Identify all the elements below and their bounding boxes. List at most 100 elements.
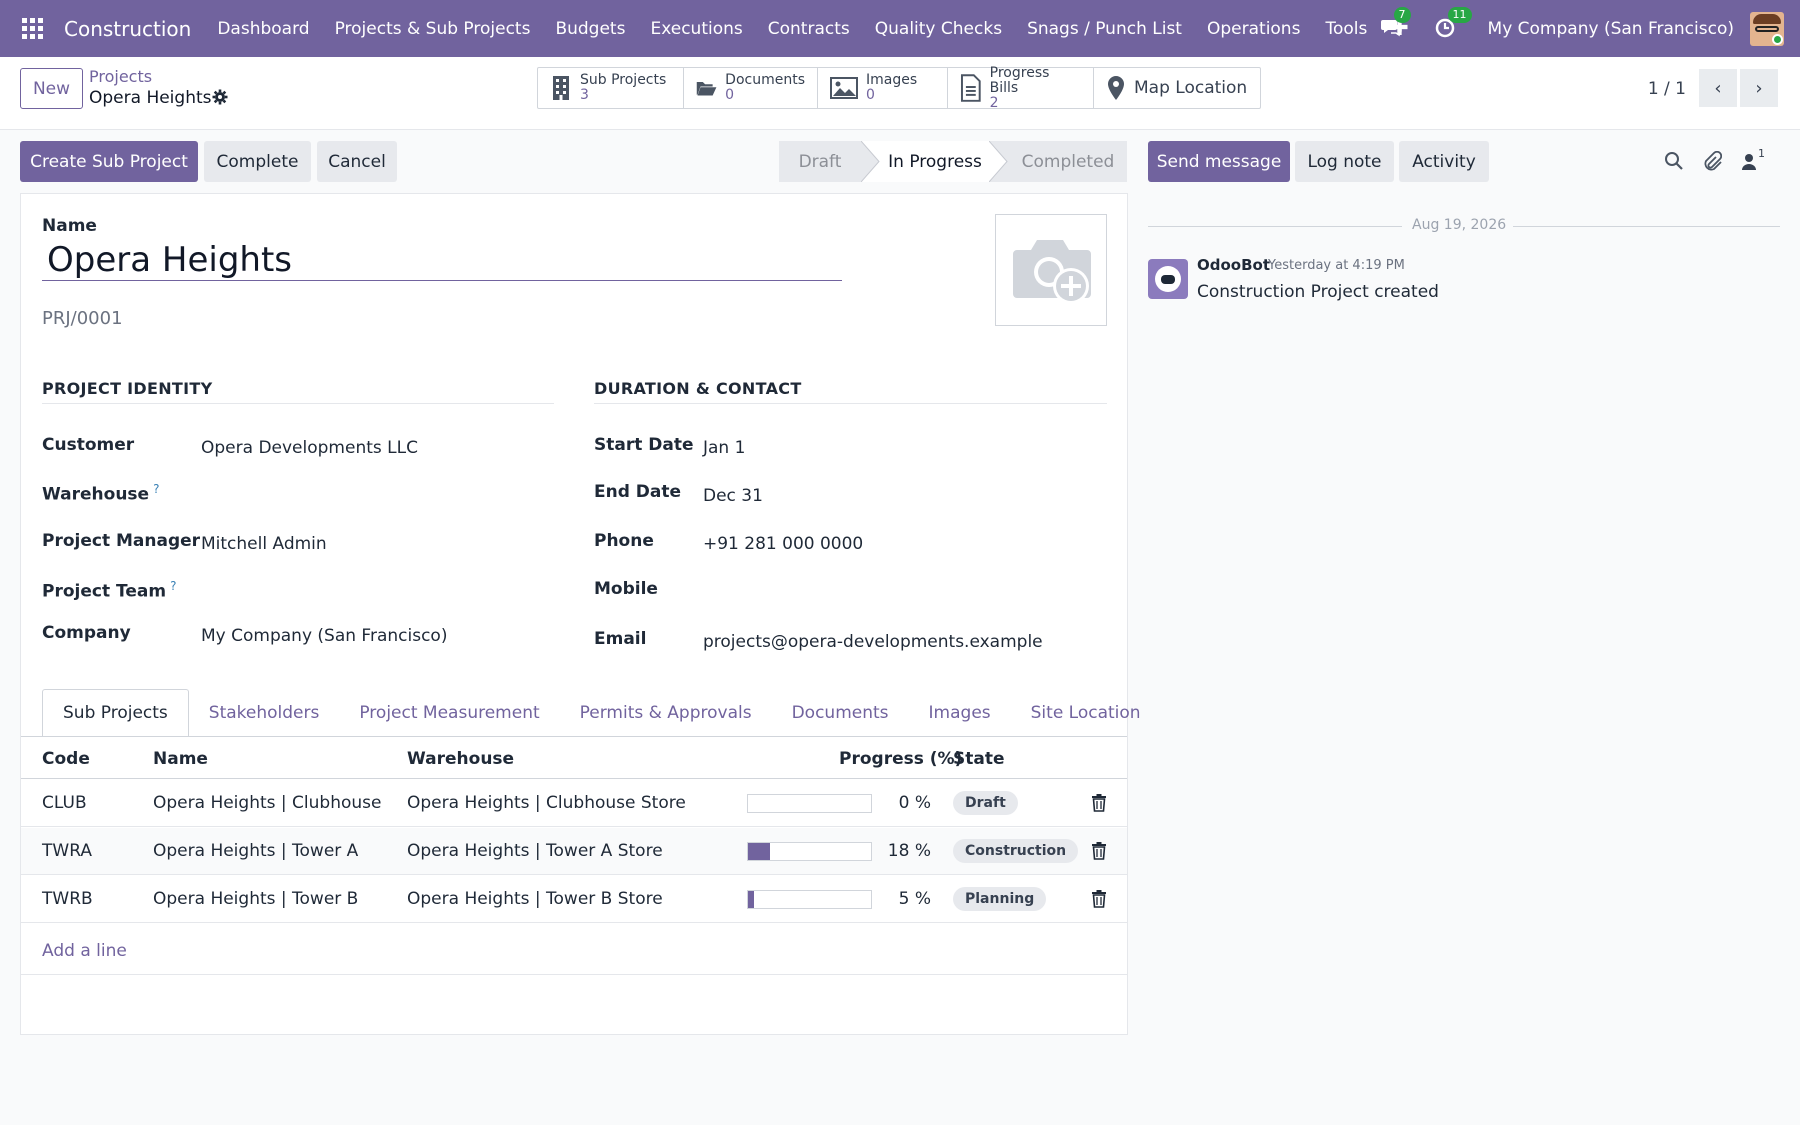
tab-permits-approvals[interactable]: Permits & Approvals (560, 689, 772, 737)
mobile-label: Mobile (594, 579, 658, 599)
row-warehouse: Opera Heights | Tower A Store (407, 841, 663, 861)
search-icon[interactable] (1664, 151, 1684, 171)
gear-icon[interactable] (212, 89, 228, 105)
new-button[interactable]: New (20, 68, 83, 109)
col-progress[interactable]: Progress (%) (839, 749, 962, 769)
progress-fill (748, 843, 771, 860)
stage-label: Draft (798, 151, 842, 172)
tab-project-measurement[interactable]: Project Measurement (339, 689, 559, 737)
pager-previous-button[interactable]: ‹ (1699, 69, 1737, 107)
pager-value[interactable]: 1 / 1 (1648, 79, 1686, 99)
grid-icon (21, 18, 43, 39)
notebook-tabs: Sub Projects Stakeholders Project Measur… (42, 689, 1161, 737)
project-manager-field[interactable]: Mitchell Admin (201, 534, 327, 554)
activities-badge: 11 (1447, 6, 1472, 23)
mobile-field[interactable] (703, 579, 1083, 603)
messages-button[interactable]: 7 (1380, 6, 1411, 41)
table-row[interactable]: CLUB Opera Heights | Clubhouse Opera Hei… (21, 780, 1127, 827)
stage-separator-icon (861, 141, 881, 182)
warehouse-label-text: Warehouse (42, 484, 150, 505)
menu-tools[interactable]: Tools (1325, 19, 1367, 39)
start-date-field[interactable]: Jan 1 (703, 438, 745, 458)
help-icon[interactable]: ? (170, 579, 176, 593)
smart-sub-projects[interactable]: Sub Projects 3 (538, 68, 684, 108)
table-row[interactable]: TWRA Opera Heights | Tower A Opera Heigh… (21, 828, 1127, 875)
project-team-label: Project Team? (42, 579, 176, 602)
smart-map-location[interactable]: Map Location (1094, 68, 1260, 108)
stage-draft[interactable]: Draft (779, 141, 861, 182)
message-author[interactable]: OdooBot (1197, 256, 1270, 274)
smart-progress-bills[interactable]: Progress Bills 2 (948, 65, 1094, 111)
end-date-field[interactable]: Dec 31 (703, 486, 763, 506)
activity-button[interactable]: Activity (1399, 141, 1489, 182)
map-pin-icon (1108, 76, 1124, 100)
table-row[interactable]: TWRB Opera Heights | Tower B Opera Heigh… (21, 876, 1127, 923)
odoobot-avatar[interactable] (1148, 259, 1188, 299)
tab-images[interactable]: Images (909, 689, 1011, 737)
smart-images[interactable]: Images 0 (818, 68, 948, 108)
create-sub-project-button[interactable]: Create Sub Project (20, 141, 198, 182)
image-icon (830, 77, 858, 99)
complete-button[interactable]: Complete (204, 141, 311, 182)
cancel-button[interactable]: Cancel (317, 141, 397, 182)
stage-label: In Progress (888, 151, 982, 172)
menu-operations[interactable]: Operations (1207, 19, 1300, 39)
row-name: Opera Heights | Tower A (153, 841, 359, 861)
company-switcher[interactable]: My Company (San Francisco) (1488, 19, 1734, 39)
project-name-field[interactable]: Opera Heights (42, 239, 842, 281)
add-line-link[interactable]: Add a line (42, 941, 127, 961)
stage-completed[interactable]: Completed (1009, 141, 1127, 182)
menu-contracts[interactable]: Contracts (768, 19, 850, 39)
customer-field[interactable]: Opera Developments LLC (201, 438, 418, 458)
stage-separator-icon (989, 141, 1009, 182)
menu-snags[interactable]: Snags / Punch List (1027, 19, 1182, 39)
tab-site-location[interactable]: Site Location (1011, 689, 1161, 737)
tab-documents[interactable]: Documents (772, 689, 909, 737)
folder-open-icon (696, 81, 717, 96)
menu-budgets[interactable]: Budgets (555, 19, 625, 39)
warehouse-field[interactable] (201, 482, 541, 506)
col-state[interactable]: State (953, 749, 1005, 769)
row-progress: 18 % (887, 841, 931, 861)
pager-next-button[interactable]: › (1740, 69, 1778, 107)
col-name[interactable]: Name (153, 749, 208, 769)
row-warehouse: Opera Heights | Clubhouse Store (407, 793, 686, 813)
section-divider (42, 403, 554, 404)
smart-label: Images (866, 72, 918, 88)
tab-sub-projects[interactable]: Sub Projects (42, 689, 189, 737)
chevron-left-icon: ‹ (1714, 77, 1722, 99)
trash-icon[interactable] (1091, 794, 1107, 812)
trash-icon[interactable] (1091, 842, 1107, 860)
help-icon[interactable]: ? (153, 482, 159, 496)
breadcrumb-projects[interactable]: Projects (89, 67, 152, 86)
smart-documents[interactable]: Documents 0 (684, 68, 818, 108)
paperclip-icon[interactable] (1702, 151, 1722, 173)
app-name[interactable]: Construction (64, 17, 191, 41)
warehouse-label: Warehouse? (42, 482, 159, 505)
chevron-right-icon: › (1755, 77, 1763, 99)
activities-button[interactable]: 11 (1434, 6, 1472, 41)
trash-icon[interactable] (1091, 890, 1107, 908)
col-warehouse[interactable]: Warehouse (407, 749, 514, 769)
online-status-icon (1772, 33, 1783, 45)
menu-quality-checks[interactable]: Quality Checks (875, 19, 1002, 39)
menu-executions[interactable]: Executions (650, 19, 742, 39)
row-name: Opera Heights | Clubhouse (153, 793, 382, 813)
phone-field[interactable]: +91 281 000 0000 (703, 534, 863, 554)
stage-in-progress[interactable]: In Progress (881, 141, 989, 182)
smart-value: 2 (989, 94, 999, 111)
email-field[interactable]: projects@opera-developments.example (703, 632, 1043, 652)
send-message-button[interactable]: Send message (1148, 141, 1290, 182)
log-note-button[interactable]: Log note (1295, 141, 1394, 182)
menu-dashboard[interactable]: Dashboard (217, 19, 309, 39)
company-field[interactable]: My Company (San Francisco) (201, 626, 447, 646)
menu-projects[interactable]: Projects & Sub Projects (335, 19, 531, 39)
row-progress: 5 % (898, 889, 931, 909)
col-code[interactable]: Code (42, 749, 90, 769)
tab-stakeholders[interactable]: Stakeholders (189, 689, 340, 737)
apps-menu-button[interactable] (0, 0, 64, 57)
project-team-field[interactable] (201, 579, 541, 603)
user-avatar[interactable] (1750, 11, 1784, 46)
followers-button[interactable]: 1 (1742, 147, 1772, 171)
project-image-upload[interactable] (995, 214, 1107, 326)
